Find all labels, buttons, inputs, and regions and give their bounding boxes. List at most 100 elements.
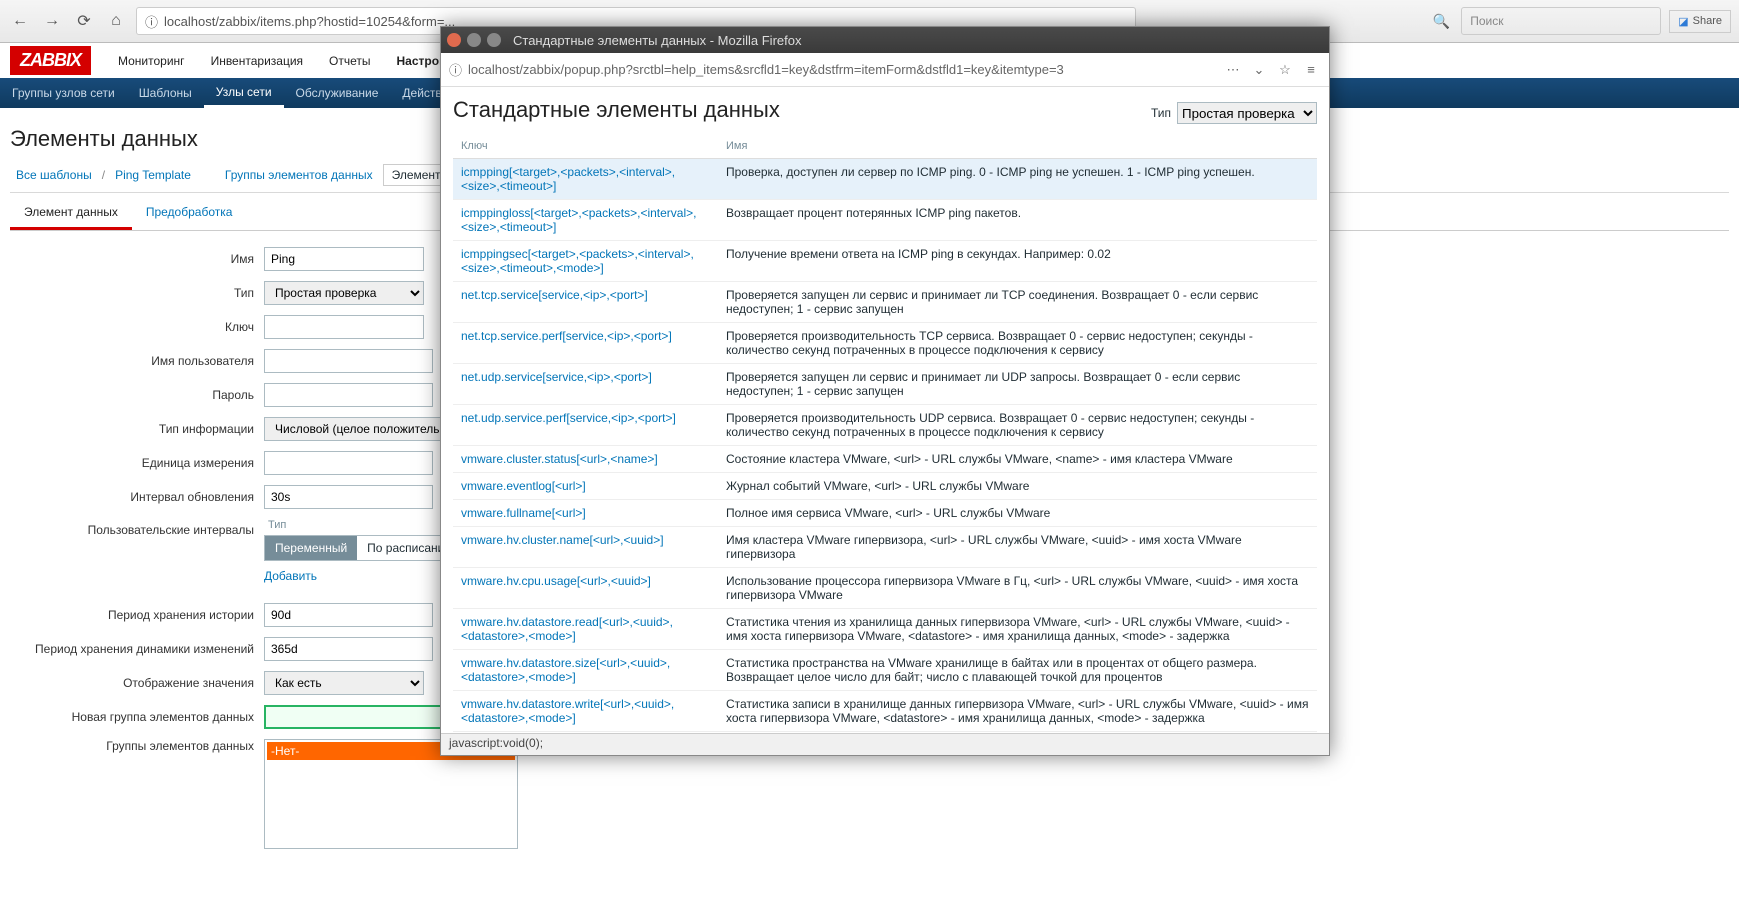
popup-type-select[interactable]: Простая проверка [1177, 102, 1317, 124]
popup-heading: Стандартные элементы данных [453, 97, 1151, 123]
sub-maintenance[interactable]: Обслуживание [284, 78, 391, 108]
status-text: javascript:void(0); [449, 736, 543, 750]
label-key: Ключ [10, 320, 264, 334]
menu-monitoring[interactable]: Мониторинг [106, 46, 197, 76]
item-key-link[interactable]: vmware.hv.cluster.name[<url>,<uuid>] [453, 527, 718, 568]
interval-type-toggle: Переменный По расписанию [264, 535, 464, 561]
popup-urlbar: ⓘ localhost/zabbix/popup.php?srctbl=help… [441, 53, 1329, 87]
menu-inventory[interactable]: Инвентаризация [199, 46, 315, 76]
sub-templates[interactable]: Шаблоны [127, 78, 204, 108]
window-close-icon[interactable] [447, 33, 461, 47]
tab-preprocessing[interactable]: Предобработка [132, 197, 247, 230]
item-key-link[interactable]: vmware.hv.datastore.read[<url>,<uuid>,<d… [453, 609, 718, 650]
label-custom-intervals: Пользовательские интервалы [10, 519, 264, 537]
table-row[interactable]: net.udp.service[service,<ip>,<port>]Пров… [453, 364, 1317, 405]
item-key-link[interactable]: vmware.hv.datastore.size[<url>,<uuid>,<d… [453, 650, 718, 691]
share-button[interactable]: ◪Share [1669, 10, 1731, 33]
input-interval[interactable] [264, 485, 433, 509]
popup-titlebar[interactable]: Стандартные элементы данных - Mozilla Fi… [441, 27, 1329, 53]
table-row[interactable]: vmware.cluster.status[<url>,<name>]Состо… [453, 446, 1317, 473]
bc-all-templates[interactable]: Все шаблоны [10, 164, 98, 186]
input-name[interactable] [264, 247, 424, 271]
item-description: Статистика пространства на VMware хранил… [718, 650, 1317, 691]
table-row[interactable]: vmware.hv.cpu.usage[<url>,<uuid>]Использ… [453, 568, 1317, 609]
label-new-group: Новая группа элементов данных [10, 710, 264, 724]
item-description: Получение времени ответа на ICMP ping в … [718, 241, 1317, 282]
popup-type-label: Тип [1151, 106, 1171, 120]
popup-status-bar: javascript:void(0); [441, 733, 1329, 755]
interval-type-header: Тип [264, 519, 464, 535]
input-password[interactable] [264, 383, 433, 407]
input-history[interactable] [264, 603, 433, 627]
item-key-link[interactable]: net.tcp.service[service,<ip>,<port>] [453, 282, 718, 323]
table-row[interactable]: vmware.hv.datastore.read[<url>,<uuid>,<d… [453, 609, 1317, 650]
forward-icon[interactable]: → [40, 9, 64, 33]
label-units: Единица измерения [10, 456, 264, 470]
add-interval-link[interactable]: Добавить [264, 569, 317, 583]
item-key-link[interactable]: vmware.cluster.status[<url>,<name>] [453, 446, 718, 473]
pocket-icon[interactable]: ⌄ [1249, 62, 1269, 78]
zabbix-logo[interactable]: ZABBIX [10, 46, 91, 75]
item-key-link[interactable]: net.udp.service[service,<ip>,<port>] [453, 364, 718, 405]
popup-content: Стандартные элементы данных Тип Простая … [441, 87, 1329, 755]
table-row[interactable]: vmware.hv.datastore.size[<url>,<uuid>,<d… [453, 650, 1317, 691]
item-description: Полное имя сервиса VMware, <url> - URL с… [718, 500, 1317, 527]
item-key-link[interactable]: vmware.hv.datastore.write[<url>,<uuid>,<… [453, 691, 718, 732]
toggle-flexible[interactable]: Переменный [265, 536, 357, 560]
label-trends: Период хранения динамики изменений [10, 642, 264, 656]
home-icon[interactable]: ⌂ [104, 9, 128, 33]
sub-hosts[interactable]: Узлы сети [204, 78, 284, 108]
bc-groups[interactable]: Группы элементов данных [219, 164, 379, 186]
item-description: Статистика чтения из хранилища данных ги… [718, 609, 1317, 650]
popup-url-text[interactable]: localhost/zabbix/popup.php?srctbl=help_i… [468, 62, 1217, 77]
table-row[interactable]: icmpping[<target>,<packets>,<interval>,<… [453, 159, 1317, 200]
label-infotype: Тип информации [10, 422, 264, 436]
item-key-link[interactable]: net.tcp.service.perf[service,<ip>,<port>… [453, 323, 718, 364]
label-name: Имя [10, 252, 264, 266]
label-type: Тип [10, 286, 264, 300]
search-glass-icon[interactable]: 🔍 [1429, 9, 1453, 33]
item-key-link[interactable]: icmppingsec[<target>,<packets>,<interval… [453, 241, 718, 282]
table-row[interactable]: vmware.eventlog[<url>]Журнал событий VMw… [453, 473, 1317, 500]
star-icon[interactable]: ☆ [1275, 62, 1295, 78]
items-table: Ключ Имя icmpping[<target>,<packets>,<in… [453, 134, 1317, 755]
table-row[interactable]: net.udp.service.perf[service,<ip>,<port>… [453, 405, 1317, 446]
menu-icon[interactable]: ≡ [1301, 62, 1321, 77]
more-icon[interactable]: ⋯ [1223, 62, 1243, 78]
select-type[interactable]: Простая проверка [264, 281, 424, 305]
item-key-link[interactable]: net.udp.service.perf[service,<ip>,<port>… [453, 405, 718, 446]
menu-reports[interactable]: Отчеты [317, 46, 382, 76]
item-key-link[interactable]: icmpping[<target>,<packets>,<interval>,<… [453, 159, 718, 200]
item-description: Проверяется производительность TCP серви… [718, 323, 1317, 364]
window-minimize-icon[interactable] [467, 33, 481, 47]
input-units[interactable] [264, 451, 433, 475]
input-username[interactable] [264, 349, 433, 373]
reload-icon[interactable]: ⟳ [72, 9, 96, 33]
item-key-link[interactable]: vmware.eventlog[<url>] [453, 473, 718, 500]
input-key[interactable] [264, 315, 424, 339]
browser-search-input[interactable]: Поиск [1461, 7, 1661, 35]
item-description: Имя кластера VMware гипервизора, <url> -… [718, 527, 1317, 568]
item-description: Проверяется производительность UDP серви… [718, 405, 1317, 446]
table-row[interactable]: net.tcp.service.perf[service,<ip>,<port>… [453, 323, 1317, 364]
table-row[interactable]: vmware.hv.datastore.write[<url>,<uuid>,<… [453, 691, 1317, 732]
label-password: Пароль [10, 388, 264, 402]
window-maximize-icon[interactable] [487, 33, 501, 47]
item-key-link[interactable]: icmppingloss[<target>,<packets>,<interva… [453, 200, 718, 241]
table-row[interactable]: net.tcp.service[service,<ip>,<port>]Пров… [453, 282, 1317, 323]
input-trends[interactable] [264, 637, 433, 661]
table-row[interactable]: vmware.fullname[<url>]Полное имя сервиса… [453, 500, 1317, 527]
table-row[interactable]: icmppingsec[<target>,<packets>,<interval… [453, 241, 1317, 282]
item-key-link[interactable]: vmware.hv.cpu.usage[<url>,<uuid>] [453, 568, 718, 609]
select-showvalue[interactable]: Как есть [264, 671, 424, 695]
bc-template[interactable]: Ping Template [109, 164, 197, 186]
main-url-text: localhost/zabbix/items.php?hostid=10254&… [164, 14, 455, 29]
col-key: Ключ [453, 134, 718, 159]
table-row[interactable]: vmware.hv.cluster.name[<url>,<uuid>]Имя … [453, 527, 1317, 568]
tab-item[interactable]: Элемент данных [10, 197, 132, 230]
sub-hostgroups[interactable]: Группы узлов сети [0, 78, 127, 108]
col-name: Имя [718, 134, 1317, 159]
item-key-link[interactable]: vmware.fullname[<url>] [453, 500, 718, 527]
table-row[interactable]: icmppingloss[<target>,<packets>,<interva… [453, 200, 1317, 241]
back-icon[interactable]: ← [8, 9, 32, 33]
